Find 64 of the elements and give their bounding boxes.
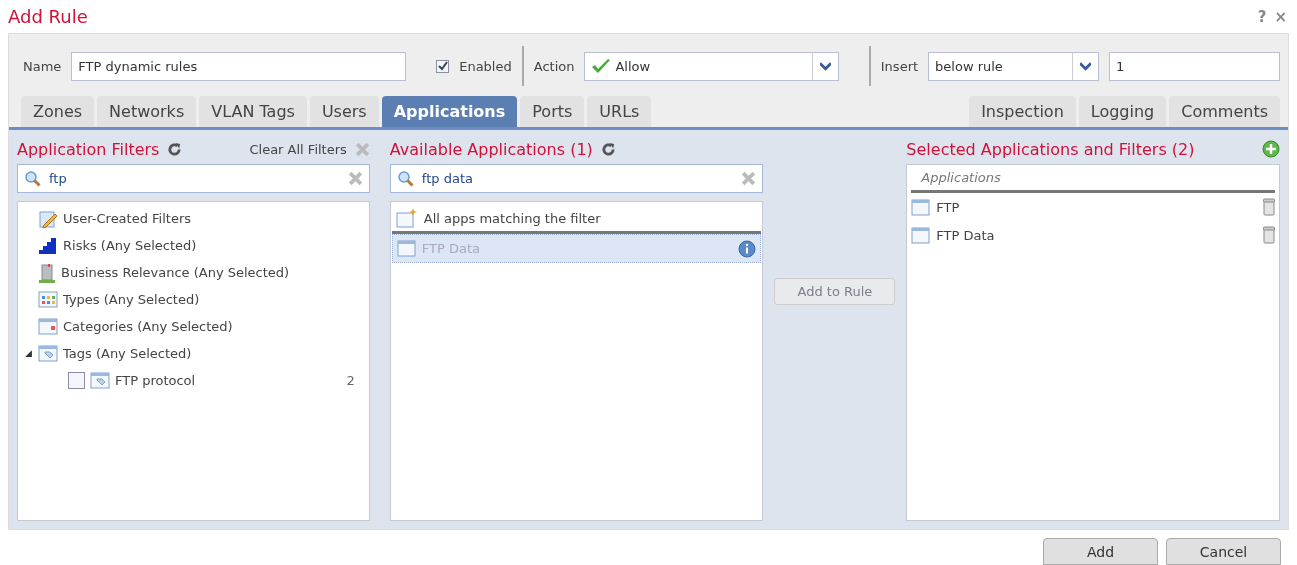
filter-count: 2 — [346, 373, 355, 388]
filter-label[interactable]: Risks (Any Selected) — [63, 238, 197, 253]
expander-icon[interactable] — [24, 349, 33, 358]
tab[interactable]: Zones — [21, 96, 95, 127]
tab[interactable]: Users — [309, 96, 379, 127]
tab[interactable]: Logging — [1078, 96, 1167, 127]
dialog-button[interactable]: Add — [1043, 538, 1158, 565]
filter-label[interactable]: Tags (Any Selected) — [63, 346, 192, 361]
search-icon — [396, 170, 414, 187]
panel-title: Selected Applications and Filters (2) — [906, 139, 1195, 159]
grid-icon — [38, 291, 58, 308]
window-icon — [911, 226, 931, 244]
filter-label[interactable]: Categories (Any Selected) — [63, 319, 233, 334]
action-value: Allow — [615, 58, 651, 74]
filter-search-field[interactable]: ftp — [17, 164, 370, 193]
selected-app-label: FTP — [936, 199, 961, 215]
pencil-note-icon — [38, 208, 58, 229]
help-icon[interactable]: ? — [1257, 7, 1267, 26]
insert-label: Insert — [880, 58, 919, 74]
tab[interactable]: Comments — [1169, 96, 1280, 127]
tab[interactable]: Applications — [381, 96, 518, 127]
enabled-checkbox[interactable] — [436, 59, 450, 73]
tab[interactable]: Inspection — [969, 96, 1076, 127]
filter-label[interactable]: FTP protocol — [115, 373, 196, 388]
action-label: Action — [533, 58, 575, 74]
info-icon[interactable] — [738, 239, 757, 258]
panel-title: Application Filters — [17, 139, 160, 159]
filter-label[interactable]: Business Relevance (Any Selected) — [61, 265, 290, 280]
search-icon — [24, 170, 41, 187]
tab[interactable]: Networks — [97, 96, 197, 127]
tab[interactable]: Ports — [520, 96, 585, 127]
tab[interactable]: VLAN Tags — [199, 96, 307, 127]
window-icon — [911, 198, 931, 216]
app-search-field[interactable]: ftp data — [389, 164, 764, 193]
filter-label[interactable]: User-Created Filters — [63, 211, 192, 226]
filter-label[interactable]: Types (Any Selected) — [63, 292, 200, 307]
all-apps-item[interactable]: All apps matching the filter — [423, 210, 601, 226]
window-title: Add Rule — [8, 6, 88, 27]
new-window-icon — [395, 208, 418, 228]
tab[interactable]: URLs — [587, 96, 652, 127]
refresh-icon[interactable] — [600, 141, 616, 157]
name-field[interactable]: FTP dynamic rules — [71, 51, 407, 81]
panel-title: Available Applications (1) — [389, 139, 593, 159]
staircase-icon — [38, 236, 58, 255]
insert-value: below rule — [934, 58, 1004, 74]
enabled-label: Enabled — [459, 58, 512, 74]
building-icon — [38, 262, 56, 283]
add-icon[interactable] — [1262, 140, 1280, 158]
action-dropdown[interactable]: Allow — [584, 51, 839, 81]
name-label: Name — [23, 58, 62, 74]
check-icon — [591, 58, 612, 74]
dialog-button[interactable]: Cancel — [1166, 538, 1281, 565]
window-icon — [396, 240, 416, 257]
calendar-icon — [38, 318, 58, 335]
insert-dropdown[interactable]: below rule — [928, 51, 1099, 81]
checkbox[interactable] — [68, 372, 85, 389]
selected-app-label: FTP Data — [936, 227, 996, 243]
clear-filters-link[interactable]: Clear All Filters — [249, 141, 347, 157]
position-field[interactable]: 1 — [1109, 51, 1280, 81]
close-icon[interactable]: × — [1274, 7, 1287, 26]
section-label: Applications — [911, 165, 1275, 193]
refresh-icon[interactable] — [167, 141, 183, 157]
tag-icon — [38, 345, 58, 362]
tag-icon — [90, 372, 110, 389]
